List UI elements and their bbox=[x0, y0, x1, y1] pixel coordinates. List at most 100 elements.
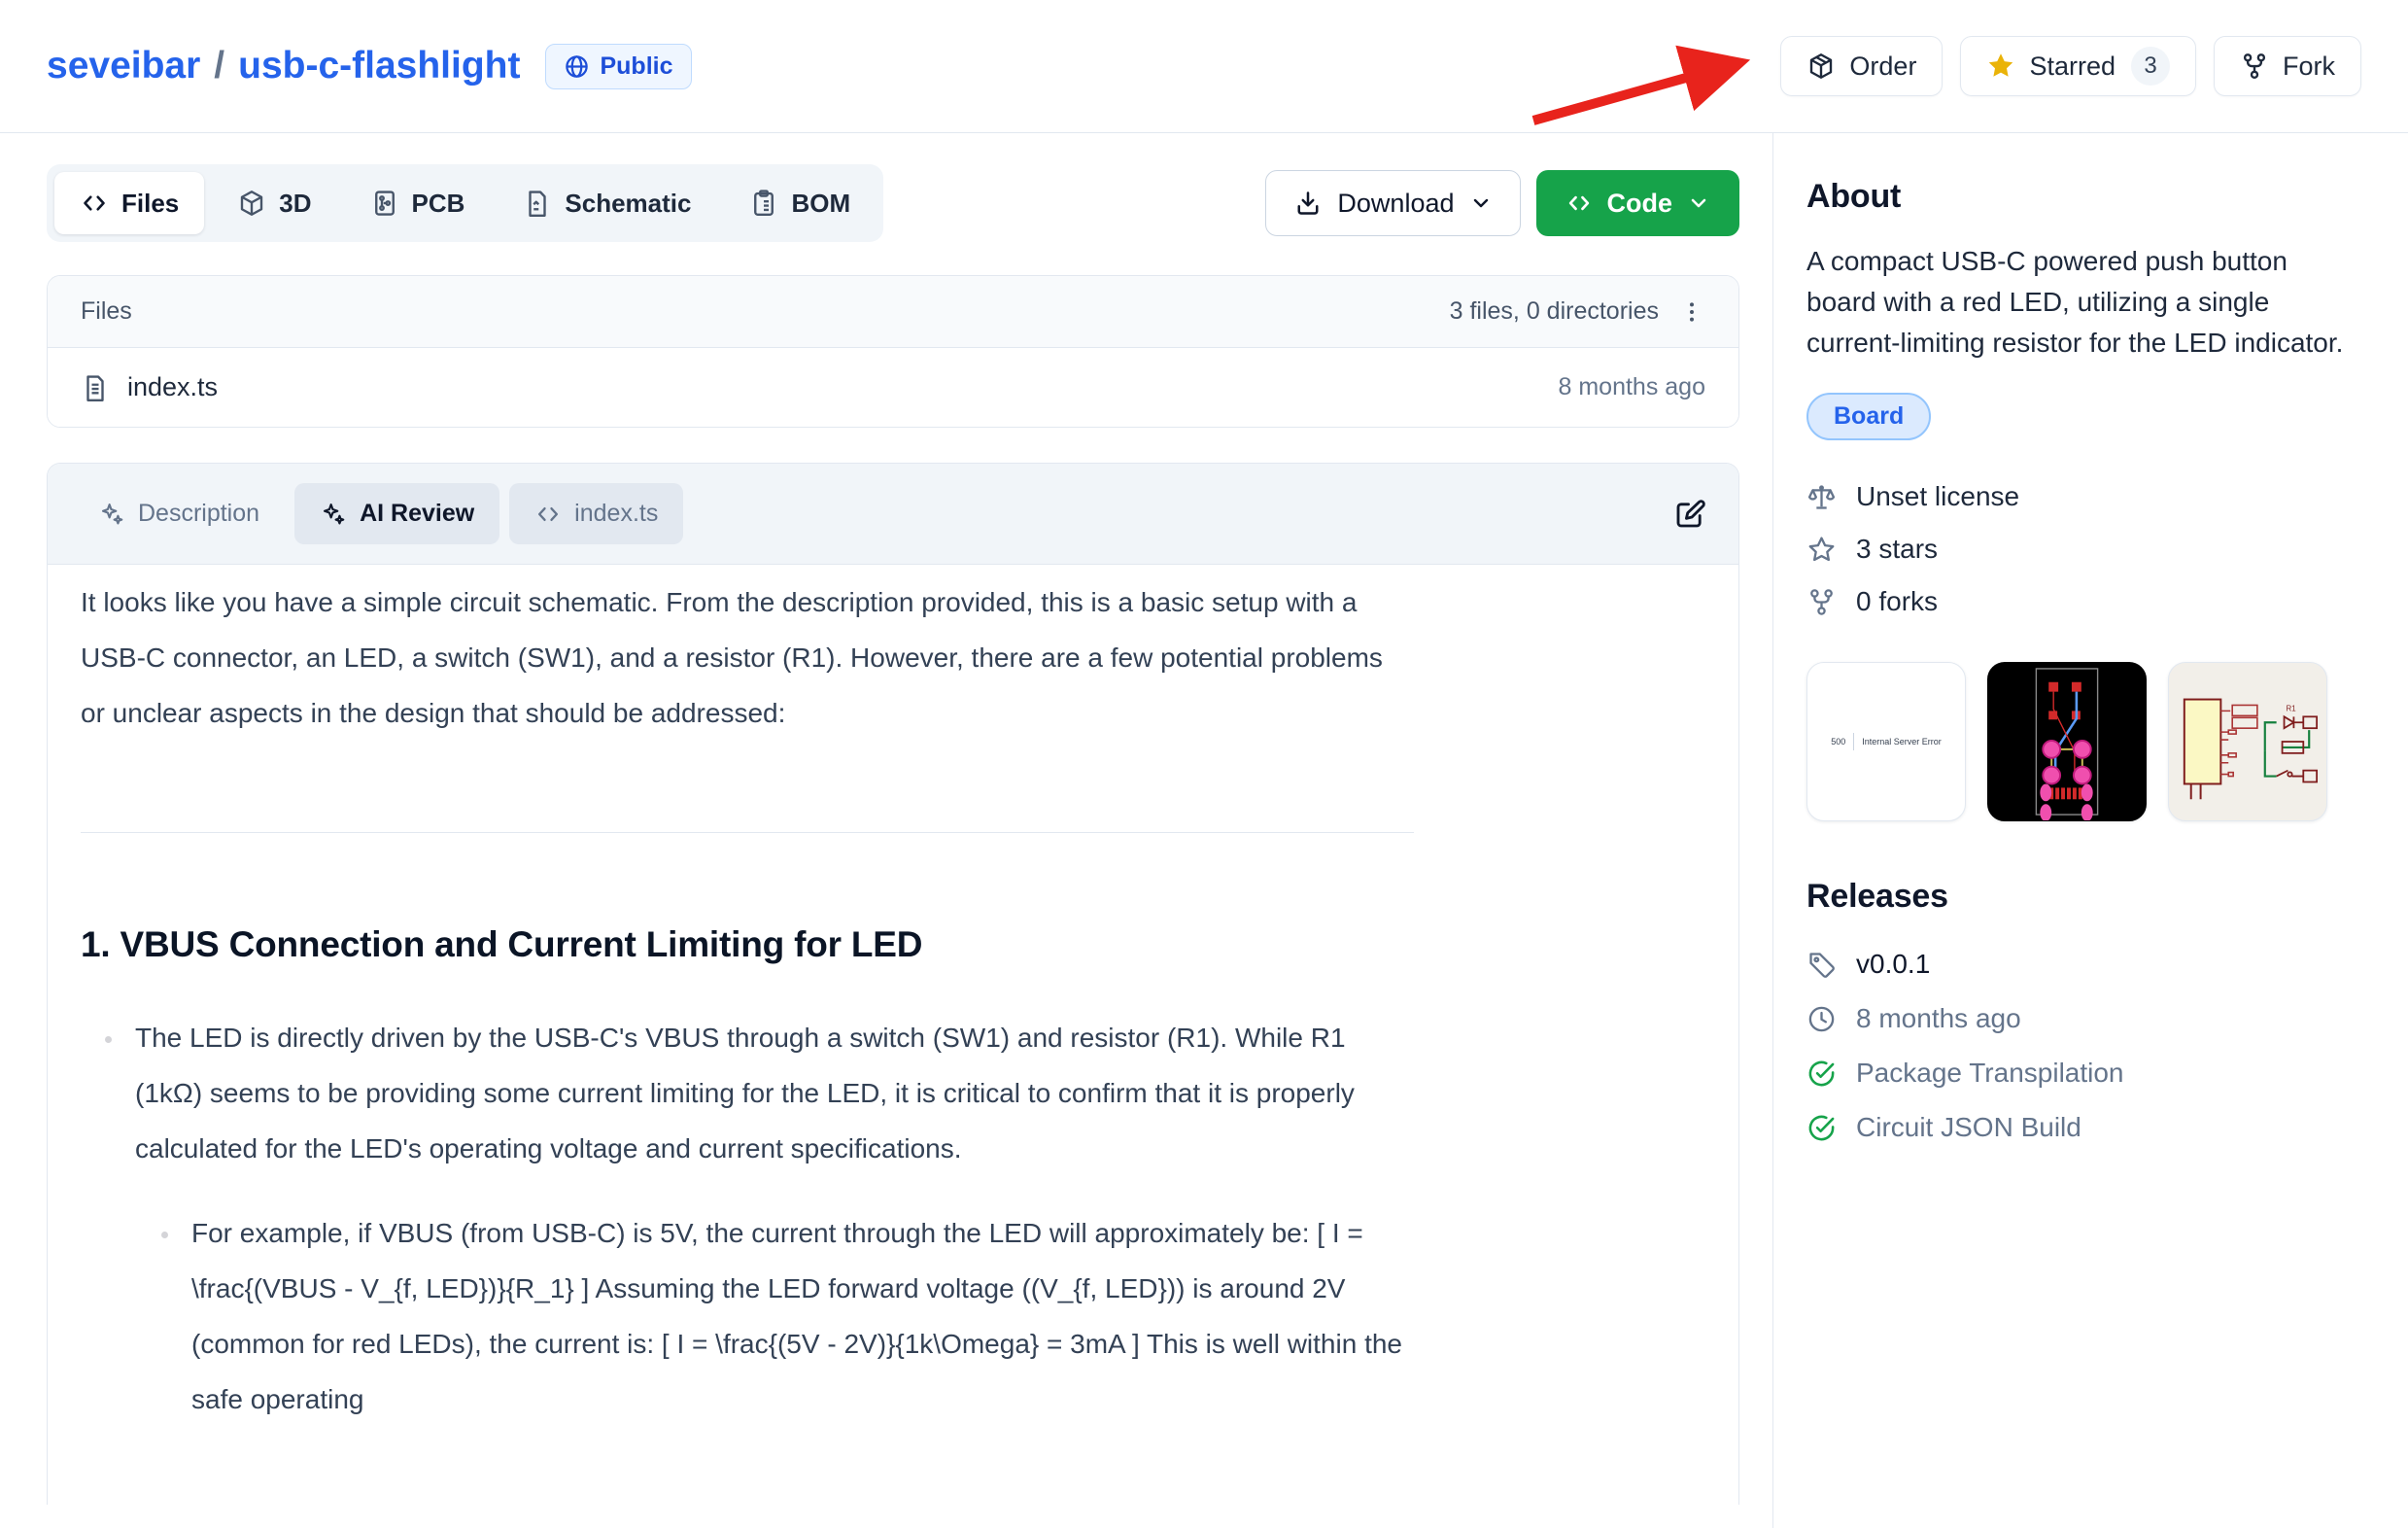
check-circle-icon bbox=[1806, 1059, 1837, 1089]
starred-button[interactable]: Starred 3 bbox=[1960, 36, 2196, 96]
breadcrumb-separator: / bbox=[214, 45, 224, 87]
repo-page: seveibar / usb-c-flashlight Public Order… bbox=[0, 0, 2408, 1528]
edit-button[interactable] bbox=[1667, 491, 1713, 538]
divider bbox=[81, 832, 1414, 833]
viewer-card: Description AI Review index.ts bbox=[47, 463, 1739, 1505]
pcb-preview-image bbox=[1988, 662, 2146, 821]
repo-stats: Unset license 3 stars 0 forks bbox=[1806, 481, 2361, 617]
review-list: The LED is directly driven by the USB-C'… bbox=[81, 1010, 1414, 1427]
tab-files-label: Files bbox=[121, 189, 179, 219]
viewer-tabbar: Description AI Review index.ts bbox=[48, 464, 1738, 565]
kebab-icon bbox=[1678, 298, 1705, 326]
order-button[interactable]: Order bbox=[1780, 36, 1943, 96]
package-icon bbox=[1806, 52, 1836, 81]
release-check-label: Circuit JSON Build bbox=[1856, 1112, 2081, 1143]
clock-icon bbox=[1806, 1004, 1837, 1034]
star-count-badge: 3 bbox=[2131, 47, 2170, 86]
tab-index-ts[interactable]: index.ts bbox=[509, 483, 683, 544]
clipboard-icon bbox=[749, 189, 778, 218]
repo-name-link[interactable]: usb-c-flashlight bbox=[238, 45, 520, 87]
repo-owner-link[interactable]: seveibar bbox=[47, 45, 200, 87]
files-card-header: Files 3 files, 0 directories bbox=[48, 276, 1738, 348]
release-version-row[interactable]: v0.0.1 bbox=[1806, 949, 2361, 980]
tab-pcb-label: PCB bbox=[412, 189, 465, 219]
code-icon bbox=[534, 501, 562, 528]
scales-icon bbox=[1806, 482, 1837, 512]
tab-3d[interactable]: 3D bbox=[212, 172, 336, 234]
code-label: Code bbox=[1607, 189, 1673, 219]
release-check-transpilation: Package Transpilation bbox=[1806, 1058, 2361, 1089]
globe-icon bbox=[564, 53, 590, 80]
tab-schematic[interactable]: Schematic bbox=[498, 172, 716, 234]
stars-label: 3 stars bbox=[1856, 534, 1938, 565]
thumbnail-pcb-preview[interactable] bbox=[1987, 662, 2147, 821]
pcb-icon bbox=[370, 189, 399, 218]
download-label: Download bbox=[1337, 189, 1454, 219]
file-updated: 8 months ago bbox=[1559, 373, 1706, 401]
tab-description[interactable]: Description bbox=[73, 483, 285, 544]
code-icon bbox=[1565, 190, 1593, 217]
tab-pcb[interactable]: PCB bbox=[345, 172, 491, 234]
tab-bom[interactable]: BOM bbox=[724, 172, 876, 234]
files-meta-count: 3 files, 0 directories bbox=[1450, 297, 1659, 326]
releases-section: Releases v0.0.1 8 months ago Package Tra… bbox=[1806, 878, 2361, 1143]
about-description: A compact USB-C powered push button boar… bbox=[1806, 241, 2361, 364]
annotation-arrow bbox=[1518, 31, 1771, 138]
release-version: v0.0.1 bbox=[1856, 949, 1930, 980]
tag-board[interactable]: Board bbox=[1806, 393, 1931, 440]
fork-icon bbox=[2240, 52, 2269, 81]
files-card: Files 3 files, 0 directories index.ts 8 … bbox=[47, 275, 1739, 428]
visibility-badge: Public bbox=[545, 44, 691, 89]
thumbnail-3d-preview-error[interactable]: 500 Internal Server Error bbox=[1806, 662, 1966, 821]
chevron-down-icon bbox=[1469, 191, 1493, 215]
review-section-heading: 1. VBUS Connection and Current Limiting … bbox=[81, 922, 1414, 967]
file-icon bbox=[81, 373, 110, 402]
tab-index-ts-label: index.ts bbox=[574, 500, 658, 528]
schematic-preview-image: R1 bbox=[2169, 662, 2326, 821]
schematic-file-icon bbox=[523, 189, 552, 218]
code-button[interactable]: Code bbox=[1536, 170, 1740, 236]
preview-thumbnails: 500 Internal Server Error bbox=[1806, 662, 2361, 821]
file-row-index-ts[interactable]: index.ts 8 months ago bbox=[48, 348, 1738, 427]
svg-text:R1: R1 bbox=[2287, 704, 2296, 712]
star-outline-icon bbox=[1806, 535, 1837, 565]
files-menu-button[interactable] bbox=[1678, 298, 1705, 326]
toolbar: Files 3D PCB Schematic bbox=[47, 164, 1739, 242]
thumbnail-schematic-preview[interactable]: R1 bbox=[2168, 662, 2327, 821]
review-intro: It looks like you have a simple circuit … bbox=[81, 574, 1414, 741]
repo-header: seveibar / usb-c-flashlight Public Order… bbox=[0, 0, 2408, 133]
forks-label: 0 forks bbox=[1856, 586, 1938, 617]
star-icon bbox=[1986, 52, 2015, 81]
tab-bom-label: BOM bbox=[791, 189, 850, 219]
about-heading: About bbox=[1806, 178, 2361, 216]
visibility-label: Public bbox=[600, 52, 672, 81]
tag-icon bbox=[1806, 950, 1837, 980]
file-name: index.ts bbox=[127, 372, 218, 402]
chevron-down-icon bbox=[1687, 191, 1710, 215]
release-date-row: 8 months ago bbox=[1806, 1003, 2361, 1034]
tab-3d-label: 3D bbox=[279, 189, 311, 219]
order-label: Order bbox=[1849, 52, 1916, 82]
tab-files[interactable]: Files bbox=[54, 172, 204, 234]
tab-ai-review-label: AI Review bbox=[360, 500, 474, 528]
download-icon bbox=[1293, 189, 1323, 218]
toolbar-actions: Download Code bbox=[1265, 170, 1739, 236]
review-bullet: The LED is directly driven by the USB-C'… bbox=[125, 1010, 1414, 1427]
check-circle-icon bbox=[1806, 1113, 1837, 1143]
files-title: Files bbox=[81, 297, 132, 326]
fork-icon bbox=[1806, 587, 1837, 617]
forks-row: 0 forks bbox=[1806, 586, 2361, 617]
fork-button[interactable]: Fork bbox=[2214, 36, 2361, 96]
code-icon bbox=[80, 189, 109, 218]
license-label: Unset license bbox=[1856, 481, 2019, 512]
stars-row: 3 stars bbox=[1806, 534, 2361, 565]
sparkles-icon bbox=[98, 501, 125, 528]
sparkles-icon bbox=[320, 501, 347, 528]
starred-label: Starred bbox=[2029, 52, 2116, 82]
download-button[interactable]: Download bbox=[1265, 170, 1520, 236]
release-date: 8 months ago bbox=[1856, 1003, 2021, 1034]
fork-label: Fork bbox=[2283, 52, 2335, 82]
tab-ai-review[interactable]: AI Review bbox=[294, 483, 499, 544]
ai-review-content: It looks like you have a simple circuit … bbox=[48, 565, 1738, 1505]
releases-heading: Releases bbox=[1806, 878, 2361, 916]
